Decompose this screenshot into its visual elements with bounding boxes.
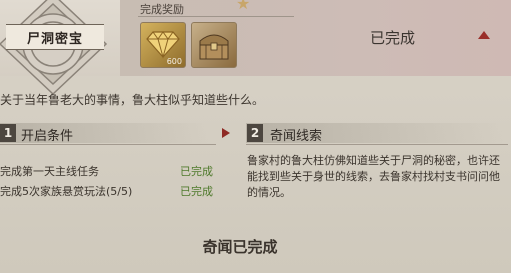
clue-text: 鲁家村的鲁大柱仿佛知道些关于尸洞的秘密，也许还能找到些关于身世的线索，去鲁家村找… bbox=[247, 154, 500, 199]
condition-status: 已完成 bbox=[180, 185, 213, 198]
reward-divider bbox=[138, 16, 294, 17]
condition-item: 完成5次家族悬赏玩法(5/5) bbox=[0, 185, 133, 198]
clues-divider bbox=[246, 144, 508, 145]
conditions-divider bbox=[0, 144, 216, 145]
footer-status: 奇闻已完成 bbox=[202, 238, 278, 256]
quest-title: 尸洞密宝 bbox=[6, 24, 104, 50]
conditions-title: 开启条件 bbox=[21, 129, 74, 144]
star-icon: ★ bbox=[236, 0, 251, 13]
quest-description: 关于当年鲁老大的事情，鲁大柱似乎知道些什么。 bbox=[0, 93, 265, 107]
quest-detail-panel: 尸洞密宝 完成奖励 ★ 600 已完成 关于当年鲁老大的事情，鲁大柱似乎知道些什… bbox=[0, 0, 511, 273]
reward-label: 完成奖励 bbox=[140, 3, 184, 16]
condition-status: 已完成 bbox=[180, 165, 213, 178]
clues-title: 奇闻线索 bbox=[270, 129, 323, 144]
reward-item-chest[interactable] bbox=[191, 22, 237, 68]
clues-number: 2 bbox=[247, 124, 263, 142]
quest-status: 已完成 bbox=[370, 29, 416, 47]
conditions-number: 1 bbox=[0, 124, 16, 142]
treasure-chest-icon bbox=[199, 34, 229, 60]
condition-item: 完成第一天主线任务 bbox=[0, 165, 99, 178]
arrow-right-icon bbox=[222, 128, 230, 138]
collapse-arrow-icon[interactable] bbox=[478, 31, 490, 39]
reward-quantity: 600 bbox=[166, 57, 182, 66]
reward-item-diamond[interactable]: 600 bbox=[140, 22, 186, 68]
